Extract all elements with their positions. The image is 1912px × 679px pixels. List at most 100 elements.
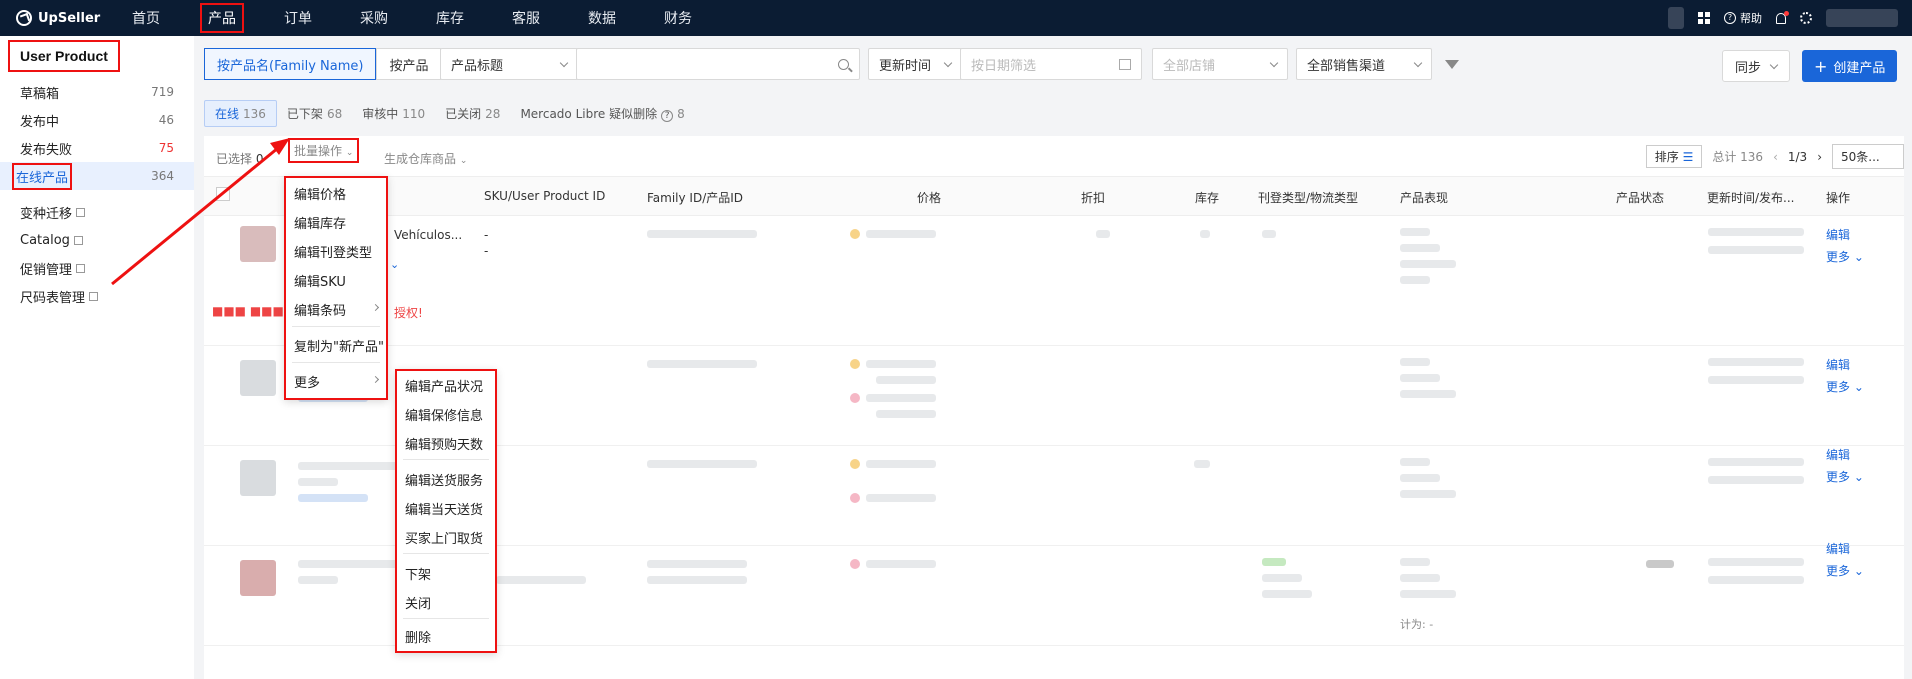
upseller-logo[interactable]: UpSeller <box>16 10 126 26</box>
chevron-down-icon <box>943 58 953 67</box>
edit-link[interactable]: 编辑 <box>1826 540 1850 557</box>
chevron-down-icon: ⌄ <box>459 156 468 166</box>
batch-actions-menu: 编辑价格 编辑库存 编辑刊登类型 编辑SKU 编辑条码 复制为"新产品" 更多 <box>284 176 388 400</box>
date-range-picker[interactable]: 按日期筛选 <box>960 48 1142 80</box>
discount-value <box>1096 230 1110 238</box>
help-icon: ? <box>1724 12 1736 24</box>
price-flag-icon <box>850 229 860 239</box>
performance-value <box>1400 490 1456 498</box>
authorization-warning[interactable]: 授权! <box>394 304 423 321</box>
page-size-select[interactable]: 50条... <box>1832 144 1904 169</box>
menu-item-edit-price[interactable]: 编辑价格 <box>294 184 346 203</box>
chevron-down-icon: ⌄ <box>345 148 354 158</box>
more-actions-link[interactable]: 更多 ⌄ <box>1826 562 1864 579</box>
more-actions-link[interactable]: 更多 ⌄ <box>1826 378 1864 395</box>
next-page-icon[interactable]: › <box>1817 150 1822 164</box>
store-avatar[interactable] <box>1668 7 1684 29</box>
nav-orders[interactable]: 订单 <box>278 5 318 31</box>
menu-item-edit-preorder-days[interactable]: 编辑预购天数 <box>405 434 483 453</box>
select-all-checkbox[interactable] <box>216 187 230 201</box>
tab-mercado-libre-suspected-deleted[interactable]: Mercado Libre 疑似删除? 8 <box>510 101 694 126</box>
time-type-select[interactable]: 更新时间 <box>868 48 962 80</box>
edit-link[interactable]: 编辑 <box>1826 446 1850 463</box>
nav-finance[interactable]: 财务 <box>658 5 698 31</box>
menu-item-buyer-pickup[interactable]: 买家上门取货 <box>405 528 483 547</box>
menu-item-edit-listing-type[interactable]: 编辑刊登类型 <box>294 242 372 261</box>
sidebar-item-variant-migration[interactable]: 变种迁移 <box>0 198 194 226</box>
nav-home[interactable]: 首页 <box>126 5 166 31</box>
search-by-family-name[interactable]: 按产品名(Family Name) <box>204 48 377 80</box>
price-value <box>866 560 936 568</box>
prev-page-icon[interactable]: ‹ <box>1773 150 1778 164</box>
nav-products[interactable]: 产品 <box>200 3 244 33</box>
search-icon[interactable] <box>838 58 849 70</box>
performance-value <box>1400 276 1430 284</box>
help-button[interactable]: ? 帮助 <box>1724 10 1762 26</box>
menu-item-edit-same-day-delivery[interactable]: 编辑当天送货 <box>405 499 483 518</box>
settings-gear-icon[interactable] <box>1800 12 1812 24</box>
total-count: 总计 136 <box>1712 150 1764 164</box>
menu-item-delist[interactable]: 下架 <box>405 564 431 583</box>
menu-item-more[interactable]: 更多 <box>294 372 320 391</box>
title-field-select[interactable]: 产品标题 <box>440 48 578 80</box>
nav-inventory[interactable]: 库存 <box>430 5 470 31</box>
nav-service[interactable]: 客服 <box>506 5 546 31</box>
tab-online[interactable]: 在线 136 <box>204 100 277 127</box>
menu-item-edit-condition[interactable]: 编辑产品状况 <box>405 376 483 395</box>
sidebar-item-promotions[interactable]: 促销管理 <box>0 254 194 282</box>
sidebar-item-catalog[interactable]: Catalog <box>0 226 194 254</box>
nav-data[interactable]: 数据 <box>582 5 622 31</box>
more-actions-link[interactable]: 更多 ⌄ <box>1826 248 1864 265</box>
table-row: Vehículos... - - ⌄ 编辑 更多 ⌄ ■■■ ■■■■■ 授权! <box>204 216 1904 346</box>
menu-item-delete[interactable]: 删除 <box>405 627 431 646</box>
channel-select-value: 全部销售渠道 <box>1307 58 1386 74</box>
updated-time-value <box>1708 476 1804 484</box>
product-link[interactable] <box>298 494 368 502</box>
menu-item-close[interactable]: 关闭 <box>405 593 431 612</box>
price-flag-icon <box>850 459 860 469</box>
sidebar-item-size-chart[interactable]: 尺码表管理 <box>0 282 194 310</box>
sync-button[interactable]: 同步 <box>1722 50 1791 82</box>
edit-link[interactable]: 编辑 <box>1826 226 1850 243</box>
help-label: 帮助 <box>1740 12 1762 25</box>
question-icon: ? <box>661 110 674 122</box>
menu-item-edit-stock[interactable]: 编辑库存 <box>294 213 346 232</box>
sidebar-item-drafts[interactable]: 草稿箱 719 <box>0 78 194 106</box>
store-select[interactable]: 全部店铺 <box>1152 48 1288 80</box>
chevron-down-icon[interactable]: ⌄ <box>390 258 399 271</box>
channel-select[interactable]: 全部销售渠道 <box>1296 48 1432 80</box>
sidebar-item-online-products[interactable]: 在线产品 364 <box>0 162 194 190</box>
tab-reviewing[interactable]: 审核中 110 <box>352 101 435 126</box>
generate-warehouse-items-button[interactable]: 生成仓库商品 ⌄ <box>384 150 467 167</box>
updated-time-value <box>1708 376 1804 384</box>
notification-bell-icon[interactable] <box>1776 10 1789 24</box>
sidebar-item-publishing[interactable]: 发布中 46 <box>0 106 194 134</box>
price-value <box>866 360 936 368</box>
product-thumbnail <box>240 460 276 496</box>
user-account-menu[interactable] <box>1826 9 1898 27</box>
menu-item-edit-barcode[interactable]: 编辑条码 <box>294 300 346 319</box>
search-input[interactable] <box>576 48 860 80</box>
batch-actions-button[interactable]: 批量操作 ⌄ <box>287 138 360 163</box>
menu-divider <box>292 362 380 363</box>
menu-item-edit-shipping-service[interactable]: 编辑送货服务 <box>405 470 483 489</box>
sidebar-item-publish-failed[interactable]: 发布失败 75 <box>0 134 194 162</box>
tab-closed[interactable]: 已关闭 28 <box>435 101 510 126</box>
performance-value <box>1400 358 1430 366</box>
product-status-value <box>1646 560 1674 568</box>
performance-value <box>1400 558 1430 566</box>
title-field-select-value: 产品标题 <box>451 58 504 74</box>
search-by-product[interactable]: 按产品 <box>376 48 442 80</box>
apps-grid-icon[interactable] <box>1698 12 1710 24</box>
tab-delisted[interactable]: 已下架 68 <box>277 101 352 126</box>
chevron-down-icon <box>1769 60 1779 69</box>
more-actions-link[interactable]: 更多 ⌄ <box>1826 468 1864 485</box>
nav-purchase[interactable]: 采购 <box>354 5 394 31</box>
create-product-button[interactable]: + 创建产品 <box>1802 50 1898 82</box>
menu-item-edit-sku[interactable]: 编辑SKU <box>294 271 346 290</box>
sort-button[interactable]: 排序 ☰ <box>1645 145 1703 168</box>
edit-link[interactable]: 编辑 <box>1826 356 1850 373</box>
menu-item-copy-as-new[interactable]: 复制为"新产品" <box>294 336 384 355</box>
filter-funnel-icon[interactable] <box>1445 60 1459 69</box>
menu-item-edit-warranty[interactable]: 编辑保修信息 <box>405 405 483 424</box>
